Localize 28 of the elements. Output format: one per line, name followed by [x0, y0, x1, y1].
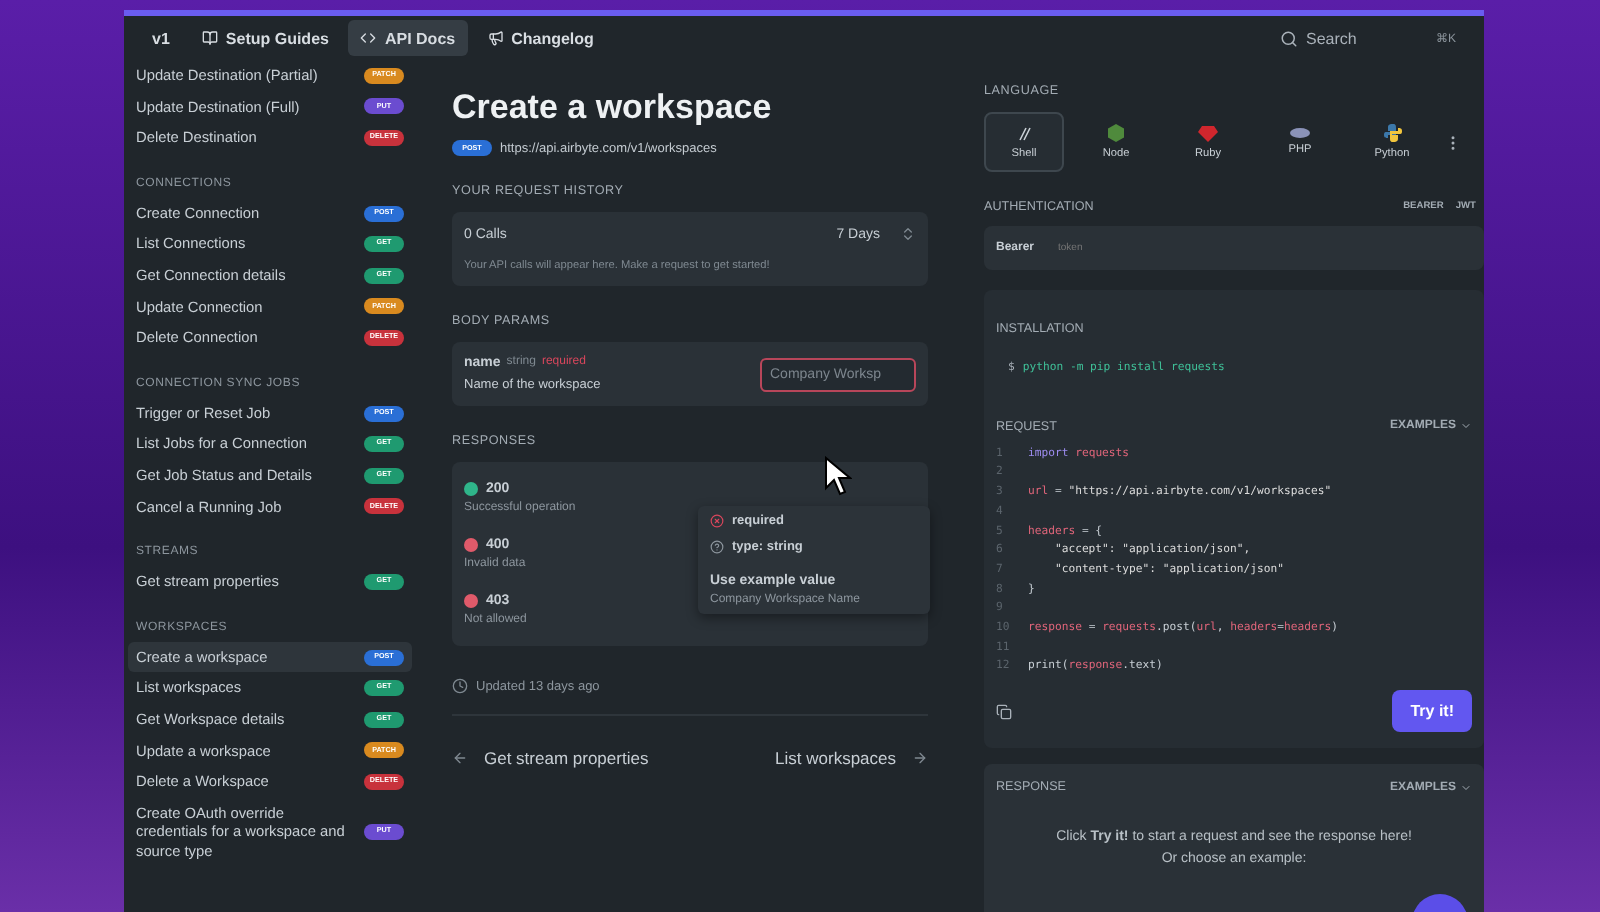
- search-icon: [1280, 29, 1298, 47]
- php-logo-icon: [1290, 128, 1310, 138]
- nav-tab[interactable]: Changelog: [475, 20, 606, 56]
- error-icon: [710, 514, 724, 528]
- next-link[interactable]: List workspaces: [728, 748, 928, 768]
- arrow-right-icon: [912, 750, 928, 766]
- cursor-icon: [824, 456, 852, 496]
- book-icon: [201, 30, 218, 46]
- chevron-down-icon: [1460, 420, 1472, 433]
- gem-icon: [1198, 125, 1218, 141]
- arrow-left-icon: [452, 750, 468, 766]
- nav-tab[interactable]: API Docs: [348, 20, 468, 56]
- try-button[interactable]: Try it!: [1392, 690, 1472, 733]
- clock-icon: [452, 678, 468, 694]
- page-title: Create a workspace: [452, 88, 774, 128]
- megaphone-icon: [487, 30, 504, 46]
- slash-icon: [1014, 125, 1034, 141]
- version-label[interactable]: v1: [140, 29, 182, 47]
- help-icon: [710, 540, 724, 554]
- copy-icon[interactable]: [996, 703, 1012, 720]
- nav-tab[interactable]: Setup Guides: [189, 20, 341, 56]
- hexagon-icon: [1108, 124, 1124, 142]
- chevron-down-icon: [1460, 781, 1472, 794]
- snake-logo-icon: [1383, 124, 1401, 142]
- chevrons-icon: [900, 226, 916, 242]
- previous-link[interactable]: Get stream properties: [452, 748, 652, 768]
- code-icon: [360, 30, 377, 46]
- search-placeholder: Search: [1306, 29, 1357, 47]
